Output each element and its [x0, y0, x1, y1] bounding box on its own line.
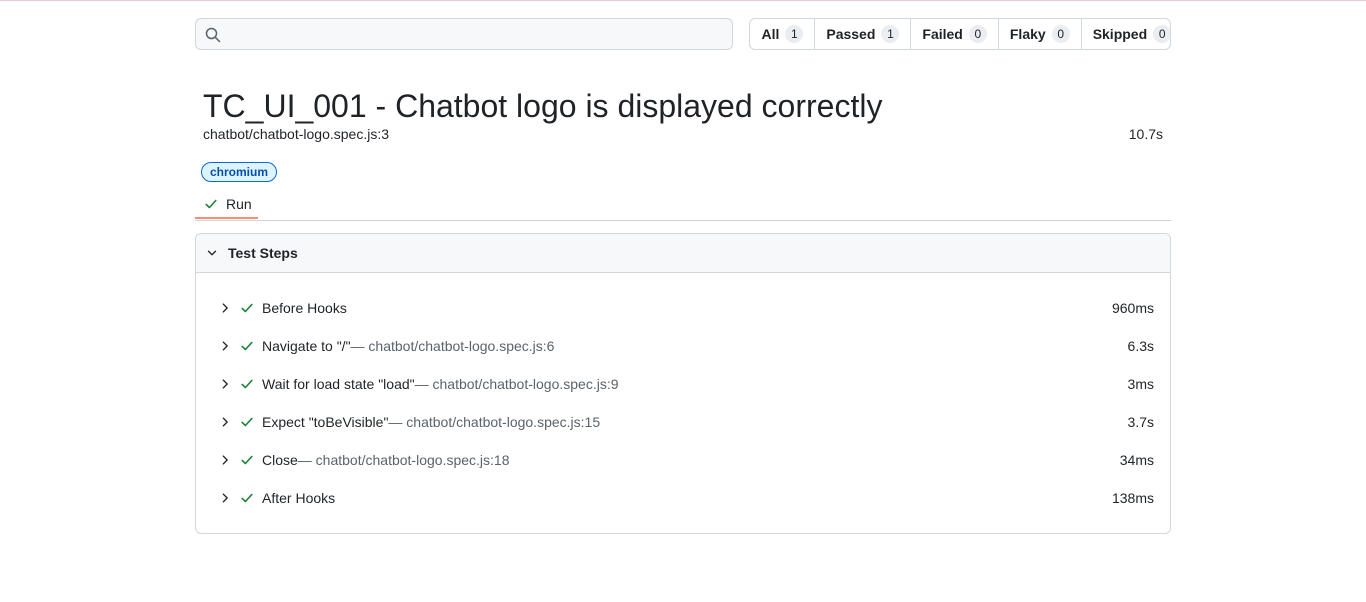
chevron-right-icon[interactable]: [218, 415, 232, 429]
project-label-chip[interactable]: chromium: [201, 162, 278, 182]
step-location[interactable]: — chatbot/chatbot-logo.spec.js:9: [415, 376, 619, 392]
chevron-right-icon[interactable]: [218, 453, 232, 467]
status-filter-group: All 1 Passed 1 Failed 0 Flaky 0 Skipped …: [749, 18, 1171, 50]
tab-run[interactable]: Run: [195, 190, 258, 219]
filter-skipped-count: 0: [1153, 25, 1171, 43]
step-duration: 3ms: [1127, 376, 1154, 392]
filter-failed[interactable]: Failed 0: [911, 19, 999, 49]
filter-all-label: All: [761, 26, 780, 42]
filter-flaky[interactable]: Flaky 0: [999, 19, 1082, 49]
step-row[interactable]: Before Hooks 960ms: [196, 289, 1170, 327]
check-icon: [205, 199, 217, 208]
step-row[interactable]: Navigate to "/" — chatbot/chatbot-logo.s…: [196, 327, 1170, 365]
filter-all[interactable]: All 1: [750, 19, 816, 49]
result-tabs: Run: [195, 190, 1171, 221]
chevron-right-icon[interactable]: [218, 377, 232, 391]
step-title: Wait for load state "load": [262, 376, 415, 392]
test-steps-header[interactable]: Test Steps: [196, 234, 1170, 273]
step-duration: 6.3s: [1127, 338, 1154, 354]
step-duration: 138ms: [1111, 490, 1154, 506]
step-duration: 960ms: [1111, 300, 1154, 316]
filter-flaky-label: Flaky: [1009, 26, 1046, 42]
chevron-right-icon[interactable]: [218, 339, 232, 353]
step-row[interactable]: Expect "toBeVisible" — chatbot/chatbot-l…: [196, 403, 1170, 441]
filter-passed[interactable]: Passed 1: [815, 19, 912, 49]
chevron-right-icon[interactable]: [218, 491, 232, 505]
toolbar: All 1 Passed 1 Failed 0 Flaky 0 Skipped …: [195, 18, 1171, 51]
check-icon: [241, 493, 253, 503]
step-title: Navigate to "/": [262, 338, 351, 354]
search-box[interactable]: [195, 18, 742, 51]
filter-passed-count: 1: [881, 25, 900, 43]
step-title: Before Hooks: [262, 300, 347, 316]
step-row[interactable]: Close — chatbot/chatbot-logo.spec.js:18 …: [196, 441, 1170, 479]
test-steps-title: Test Steps: [228, 245, 298, 261]
check-icon: [241, 303, 253, 313]
test-duration: 10.7s: [1128, 126, 1163, 142]
search-input[interactable]: [228, 19, 742, 51]
step-title: After Hooks: [262, 490, 336, 506]
check-icon: [241, 379, 253, 389]
filter-failed-label: Failed: [922, 26, 963, 42]
check-icon: [241, 455, 253, 465]
test-location: chatbot/chatbot-logo.spec.js:3: [203, 126, 390, 142]
test-steps-panel: Test Steps Before Hooks 960ms Navigate t…: [195, 233, 1171, 534]
tab-run-label: Run: [226, 195, 252, 212]
top-accent-line: [0, 0, 1366, 1]
step-location[interactable]: — chatbot/chatbot-logo.spec.js:18: [298, 452, 510, 468]
filter-all-count: 1: [785, 25, 804, 43]
steps-list: Before Hooks 960ms Navigate to "/" — cha…: [196, 273, 1170, 533]
filter-skipped[interactable]: Skipped 0: [1082, 19, 1171, 49]
chevron-right-icon[interactable]: [218, 301, 232, 315]
chevron-down-icon: [207, 250, 217, 256]
filter-skipped-label: Skipped: [1092, 26, 1148, 42]
step-row[interactable]: After Hooks 138ms: [196, 479, 1170, 517]
check-icon: [241, 417, 253, 427]
filter-passed-label: Passed: [826, 26, 876, 42]
search-icon: [205, 27, 221, 43]
step-title: Expect "toBeVisible": [262, 414, 389, 430]
test-report-page: All 1 Passed 1 Failed 0 Flaky 0 Skipped …: [195, 18, 1171, 534]
step-title: Close: [262, 452, 298, 468]
test-meta-line: chatbot/chatbot-logo.spec.js:3 10.7s: [203, 126, 1171, 144]
filter-flaky-count: 0: [1051, 25, 1070, 43]
step-row[interactable]: Wait for load state "load" — chatbot/cha…: [196, 365, 1170, 403]
test-title: TC_UI_001 - Chatbot logo is displayed co…: [203, 88, 883, 124]
step-duration: 34ms: [1119, 452, 1154, 468]
step-location[interactable]: — chatbot/chatbot-logo.spec.js:6: [351, 338, 555, 354]
filter-failed-count: 0: [968, 25, 987, 43]
step-duration: 3.7s: [1127, 414, 1154, 430]
check-icon: [241, 341, 253, 351]
step-location[interactable]: — chatbot/chatbot-logo.spec.js:15: [388, 414, 600, 430]
